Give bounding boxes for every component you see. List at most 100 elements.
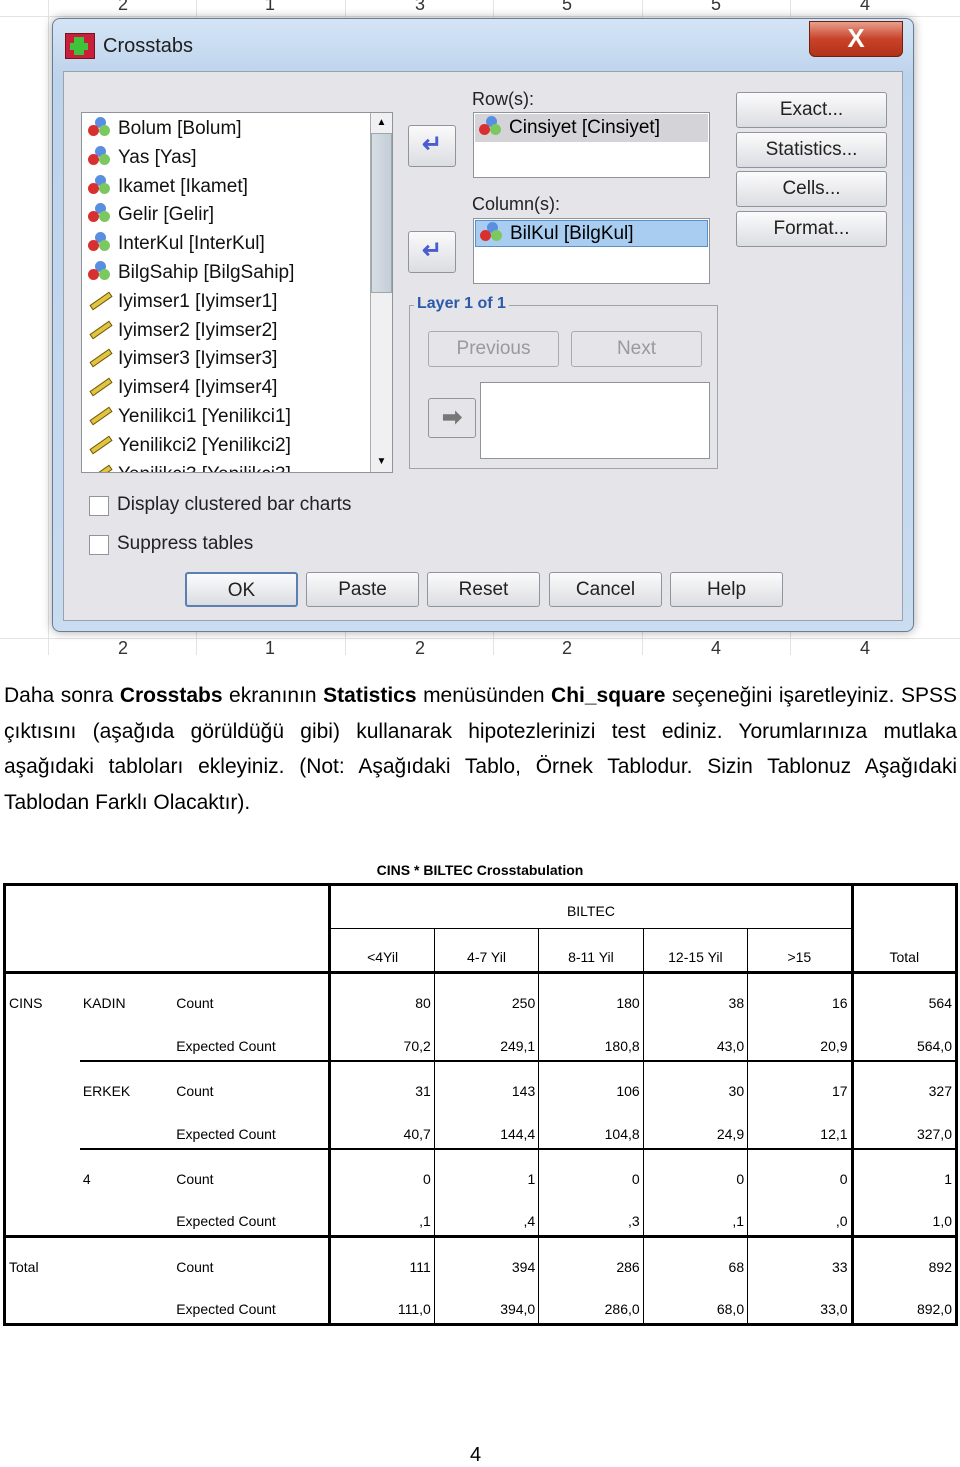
ok-button[interactable]: OK <box>185 572 298 607</box>
format-button[interactable]: Format... <box>736 211 887 247</box>
sheet-gridline <box>48 0 49 655</box>
spss-app-icon <box>65 33 95 59</box>
nominal-icon <box>88 203 112 223</box>
variable-item[interactable]: Yenilikci3 [Yenilikci3] <box>88 461 291 472</box>
row-statistic-cell: Count <box>173 972 332 1017</box>
sheet-cell: 5 <box>710 0 721 14</box>
value-cell: 43,0 <box>642 1016 748 1061</box>
variable-item[interactable]: Ikamet [Ikamet] <box>88 173 248 201</box>
variable-item[interactable]: Yenilikci2 [Yenilikci2] <box>88 432 291 460</box>
rows-list[interactable]: Cinsiyet [Cinsiyet] <box>473 112 710 178</box>
value-cell: 16 <box>747 972 853 1017</box>
value-cell: 12,1 <box>747 1104 853 1149</box>
value-cell: 40,7 <box>329 1104 435 1149</box>
exact-button[interactable]: Exact... <box>736 92 887 128</box>
variable-item[interactable]: BilgSahip [BilgSahip] <box>88 259 294 287</box>
sheet-cell: 2 <box>414 638 425 655</box>
row-category-cell <box>80 1193 173 1237</box>
scroll-up-icon[interactable]: ▲ <box>371 113 392 133</box>
row-var-cell <box>5 1149 80 1193</box>
value-cell: 68,0 <box>642 1280 748 1325</box>
nominal-icon <box>88 174 112 195</box>
value-cell: 70,2 <box>329 1016 435 1061</box>
sheet-cell: 2 <box>561 638 572 655</box>
checkbox[interactable] <box>89 496 109 516</box>
move-to-columns-button[interactable]: ↵ <box>408 231 456 273</box>
reset-button[interactable]: Reset <box>427 572 540 607</box>
crosstabs-dialog: Crosstabs X Bolum [Bolum] Yas [Yas] Ikamet… <box>52 18 914 632</box>
variable-item[interactable]: Bolum [Bolum] <box>88 115 242 143</box>
col-header: 4-7 Yil <box>433 928 539 974</box>
value-cell: 327 <box>850 1059 957 1105</box>
value-cell: 286 <box>538 1235 644 1281</box>
variable-label: Yas [Yas] <box>118 146 197 168</box>
variable-item[interactable]: Gelir [Gelir] <box>88 201 214 229</box>
move-to-layer-button[interactable]: ➡ <box>428 398 476 438</box>
variable-label: Bolum [Bolum] <box>118 118 242 139</box>
row-category-cell: KADIN <box>82 994 126 1011</box>
sheet-gridline <box>0 638 960 639</box>
variable-item[interactable]: Iyimser4 [Iyimser4] <box>88 374 277 402</box>
variable-label: BilgSahip [BilgSahip] <box>118 262 295 283</box>
variable-item[interactable]: Iyimser2 [Iyimser2] <box>88 317 277 345</box>
value-cell: 1 <box>850 1147 957 1193</box>
value-cell: 33,0 <box>747 1280 853 1325</box>
crosstab-table: BILTEC Total <4Yil 4-7 Yil 8-11 Yil 12-15 Y… <box>3 883 958 1326</box>
value-cell: 106 <box>538 1059 644 1105</box>
col-header: <4Yil <box>329 928 435 974</box>
value-cell: 180 <box>538 972 644 1017</box>
columns-list[interactable]: BilKul [BilgKul] <box>473 218 710 284</box>
cells-button[interactable]: Cells... <box>736 171 887 207</box>
statistics-button[interactable]: Statistics... <box>736 132 887 168</box>
variable-label: Gelir [Gelir] <box>118 204 215 226</box>
sheet-cell: 5 <box>561 0 572 14</box>
paragraph-segment: Daha sonra <box>4 684 120 707</box>
checkbox-label[interactable]: Suppress tables <box>117 533 253 555</box>
variable-item[interactable]: Iyimser3 [Iyimser3] <box>88 345 277 373</box>
variable-label: InterKul [InterKul] <box>118 233 265 255</box>
instruction-paragraph: Daha sonra Crosstabs ekranının Statistic… <box>4 678 957 820</box>
nominal-icon <box>88 232 112 252</box>
layer-list[interactable] <box>480 382 710 459</box>
sheet-cell: 4 <box>859 638 870 655</box>
row-category-cell: ERKEK <box>79 1059 174 1105</box>
value-cell: 68 <box>642 1235 748 1281</box>
scale-ruler-icon <box>88 376 113 397</box>
col-header: 12-15 Yil <box>642 928 748 974</box>
variable-item[interactable]: Yenilikci1 [Yenilikci1] <box>88 403 291 431</box>
value-cell: ,1 <box>329 1192 435 1237</box>
cancel-button[interactable]: Cancel <box>549 572 662 607</box>
value-cell: 892,0 <box>850 1280 957 1325</box>
variable-item[interactable]: Iyimser1 [Iyimser1] <box>88 288 277 316</box>
col-header: 8-11 Yil <box>538 928 644 974</box>
variable-item[interactable]: Yas [Yas] <box>88 144 197 172</box>
previous-button[interactable]: Previous <box>428 331 559 367</box>
nominal-icon <box>88 145 112 166</box>
paste-button[interactable]: Paste <box>306 572 419 607</box>
rows-item[interactable]: Cinsiyet [Cinsiyet] <box>475 114 708 142</box>
value-cell: 20,9 <box>747 1016 853 1061</box>
columns-item[interactable]: BilKul [BilgKul] <box>475 220 708 247</box>
scroll-down-icon[interactable]: ▼ <box>371 452 392 472</box>
close-button[interactable]: X <box>809 21 903 57</box>
value-cell: 394 <box>433 1235 539 1281</box>
next-button[interactable]: Next <box>571 331 702 367</box>
nominal-icon <box>88 117 112 137</box>
value-cell: 104,8 <box>538 1104 644 1149</box>
layer-label: Layer 1 of 1 <box>414 295 509 313</box>
help-button[interactable]: Help <box>670 572 783 607</box>
sheet-gridline <box>0 16 960 17</box>
scroll-thumb[interactable] <box>371 133 392 293</box>
variable-list[interactable]: Bolum [Bolum] Yas [Yas] Ikamet [Ikamet] Gel… <box>81 112 393 473</box>
table-row: CINS KADIN Count 80 250 180 38 16 564 <box>5 972 957 1017</box>
checkbox-label[interactable]: Display clustered bar charts <box>117 494 351 516</box>
dialog-panel: Bolum [Bolum] Yas [Yas] Ikamet [Ikamet] Gel… <box>63 71 903 621</box>
table-row: 4 Count 0 1 0 0 0 1 <box>5 1147 957 1193</box>
variable-item[interactable]: InterKul [InterKul] <box>88 230 265 258</box>
scrollbar[interactable]: ▲ ▼ <box>370 113 392 472</box>
value-cell: 17 <box>747 1059 853 1105</box>
columns-label: Column(s): <box>472 194 561 214</box>
value-cell: 327,0 <box>850 1104 957 1149</box>
move-to-rows-button[interactable]: ↵ <box>408 125 456 167</box>
checkbox[interactable] <box>89 535 109 555</box>
